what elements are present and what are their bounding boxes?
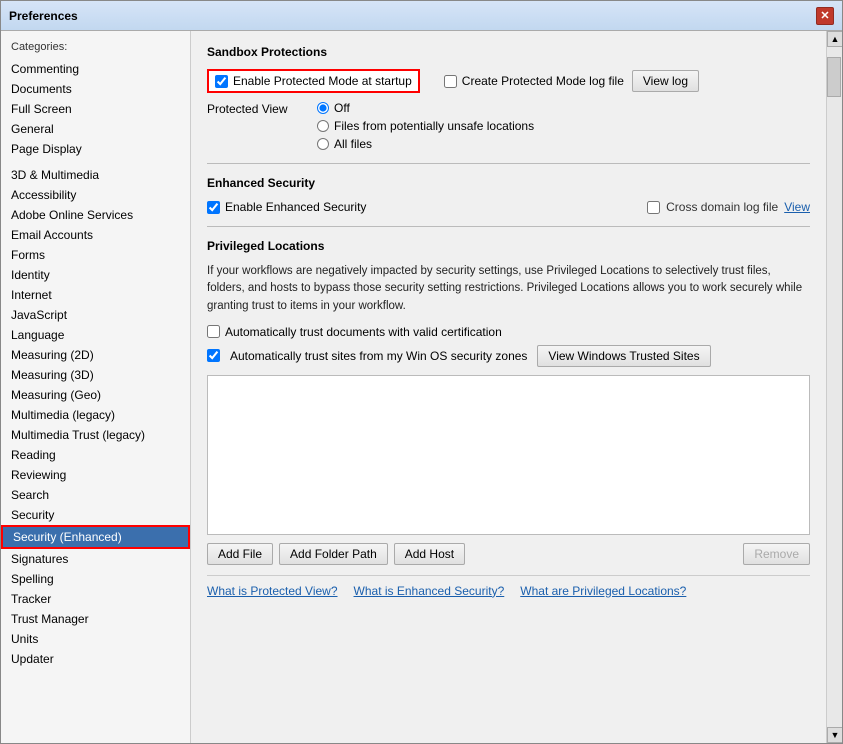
auto-trust-cert-label[interactable]: Automatically trust documents with valid… (225, 325, 502, 339)
pv-options: Off Files from potentially unsafe locati… (317, 101, 534, 151)
sidebar-item-emailaccounts[interactable]: Email Accounts (1, 225, 190, 245)
sidebar-item-search[interactable]: Search (1, 485, 190, 505)
sidebar-item-reviewing[interactable]: Reviewing (1, 465, 190, 485)
close-button[interactable]: ✕ (816, 7, 834, 25)
sidebar-item-language[interactable]: Language (1, 325, 190, 345)
sandbox-title: Sandbox Protections (207, 45, 810, 59)
bottom-buttons: Add File Add Folder Path Add Host Remove (207, 543, 810, 565)
radio-allfiles[interactable] (317, 138, 329, 150)
add-host-button[interactable]: Add Host (394, 543, 465, 565)
scroll-track (827, 47, 842, 727)
es-left: Enable Enhanced Security (207, 200, 366, 214)
sidebar-item-security[interactable]: Security (1, 505, 190, 525)
scroll-up-button[interactable]: ▲ (827, 31, 842, 47)
sidebar-item-general[interactable]: General (1, 119, 190, 139)
auto-trust-sites-row: Automatically trust sites from my Win OS… (207, 345, 810, 367)
scrollbar: ▲ ▼ (826, 31, 842, 743)
footer-links: What is Protected View? What is Enhanced… (207, 575, 810, 598)
protected-view-link[interactable]: What is Protected View? (207, 584, 338, 598)
sidebar-item-spelling[interactable]: Spelling (1, 569, 190, 589)
title-bar: Preferences ✕ (1, 1, 842, 31)
auto-trust-cert-row: Automatically trust documents with valid… (207, 325, 810, 339)
protected-mode-checkbox[interactable] (215, 75, 228, 88)
radio-unsafe[interactable] (317, 120, 329, 132)
sidebar-item-trustmanager[interactable]: Trust Manager (1, 609, 190, 629)
cross-domain-checkbox[interactable] (647, 201, 660, 214)
sidebar-item-measuring2d[interactable]: Measuring (2D) (1, 345, 190, 365)
sidebar-item-identity[interactable]: Identity (1, 265, 190, 285)
sidebar-item-measuring3d[interactable]: Measuring (3D) (1, 365, 190, 385)
sidebar-item-units[interactable]: Units (1, 629, 190, 649)
radio-unsafe-label[interactable]: Files from potentially unsafe locations (317, 119, 534, 133)
window-title: Preferences (9, 9, 78, 23)
sidebar-item-commenting[interactable]: Commenting (1, 59, 190, 79)
sidebar-item-measuringgeo[interactable]: Measuring (Geo) (1, 385, 190, 405)
add-folder-button[interactable]: Add Folder Path (279, 543, 388, 565)
protected-mode-row: Enable Protected Mode at startup Create … (207, 69, 810, 93)
sidebar-item-internet[interactable]: Internet (1, 285, 190, 305)
view-windows-trusted-button[interactable]: View Windows Trusted Sites (537, 345, 710, 367)
sidebar-item-multimedialegacy[interactable]: Multimedia (legacy) (1, 405, 190, 425)
sidebar-item-forms[interactable]: Forms (1, 245, 190, 265)
auto-trust-sites-label[interactable]: Automatically trust sites from my Win OS… (230, 349, 527, 363)
privileged-title: Privileged Locations (207, 239, 810, 253)
privileged-locations-link[interactable]: What are Privileged Locations? (520, 584, 686, 598)
radio-off[interactable] (317, 102, 329, 114)
enhanced-security-row: Enable Enhanced Security Cross domain lo… (207, 200, 810, 214)
radio-allfiles-label[interactable]: All files (317, 137, 534, 151)
categories-label: Categories: (1, 39, 190, 59)
add-file-button[interactable]: Add File (207, 543, 273, 565)
enable-enhanced-label[interactable]: Enable Enhanced Security (225, 200, 366, 214)
auto-trust-cert-checkbox[interactable] (207, 325, 220, 338)
protected-view-label: Protected View (207, 101, 317, 116)
sidebar-item-tracker[interactable]: Tracker (1, 589, 190, 609)
sidebar-item-reading[interactable]: Reading (1, 445, 190, 465)
enhanced-security-title: Enhanced Security (207, 176, 810, 190)
sidebar-item-documents[interactable]: Documents (1, 79, 190, 99)
create-log-checkbox[interactable] (444, 75, 457, 88)
protected-mode-label[interactable]: Enable Protected Mode at startup (233, 74, 412, 88)
view-link[interactable]: View (784, 200, 810, 214)
radio-off-label[interactable]: Off (317, 101, 534, 115)
protected-view-section: Protected View Off Files from potentiall… (207, 101, 810, 151)
sidebar-item-3dmultimedia[interactable]: 3D & Multimedia (1, 165, 190, 185)
es-right: Cross domain log file View (647, 200, 810, 214)
enable-enhanced-checkbox[interactable] (207, 201, 220, 214)
create-log-label[interactable]: Create Protected Mode log file (444, 74, 624, 88)
main-panel: Sandbox Protections Enable Protected Mod… (191, 31, 826, 743)
file-list-area (207, 375, 810, 535)
view-log-button[interactable]: View log (632, 70, 699, 92)
enhanced-security-link[interactable]: What is Enhanced Security? (354, 584, 505, 598)
cross-domain-label[interactable]: Cross domain log file (666, 200, 778, 214)
sidebar: Categories: Commenting Documents Full Sc… (1, 31, 191, 743)
sidebar-item-updater[interactable]: Updater (1, 649, 190, 669)
sidebar-item-pagedisplay[interactable]: Page Display (1, 139, 190, 159)
sidebar-item-adobeonline[interactable]: Adobe Online Services (1, 205, 190, 225)
scroll-thumb[interactable] (827, 57, 841, 97)
sidebar-item-fullscreen[interactable]: Full Screen (1, 99, 190, 119)
sidebar-item-signatures[interactable]: Signatures (1, 549, 190, 569)
main-content: Categories: Commenting Documents Full Sc… (1, 31, 842, 743)
auto-trust-sites-checkbox[interactable] (207, 349, 220, 362)
remove-button[interactable]: Remove (743, 543, 810, 565)
divider2 (207, 226, 810, 227)
scroll-down-button[interactable]: ▼ (827, 727, 842, 743)
sidebar-item-multimediatrustlegacy[interactable]: Multimedia Trust (legacy) (1, 425, 190, 445)
sidebar-item-accessibility[interactable]: Accessibility (1, 185, 190, 205)
sidebar-item-securityenhanced[interactable]: Security (Enhanced) (1, 525, 190, 549)
privileged-desc: If your workflows are negatively impacte… (207, 263, 810, 315)
protected-mode-box: Enable Protected Mode at startup (207, 69, 420, 93)
divider1 (207, 163, 810, 164)
sidebar-item-javascript[interactable]: JavaScript (1, 305, 190, 325)
preferences-window: Preferences ✕ Categories: Commenting Doc… (0, 0, 843, 744)
